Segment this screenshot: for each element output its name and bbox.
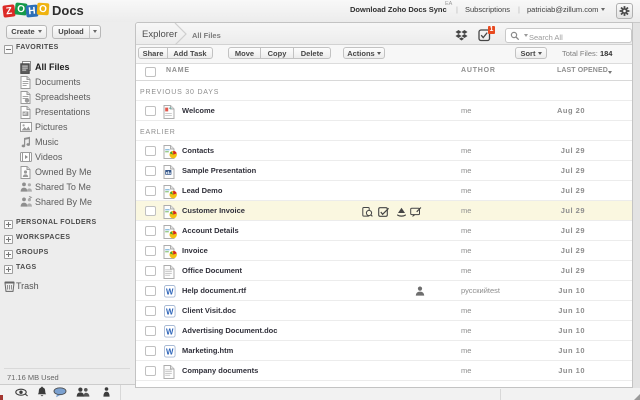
svg-text:W: W (166, 347, 174, 356)
svg-text:W: W (166, 287, 174, 296)
svg-text:W: W (166, 307, 174, 316)
svg-text:W: W (166, 327, 174, 336)
